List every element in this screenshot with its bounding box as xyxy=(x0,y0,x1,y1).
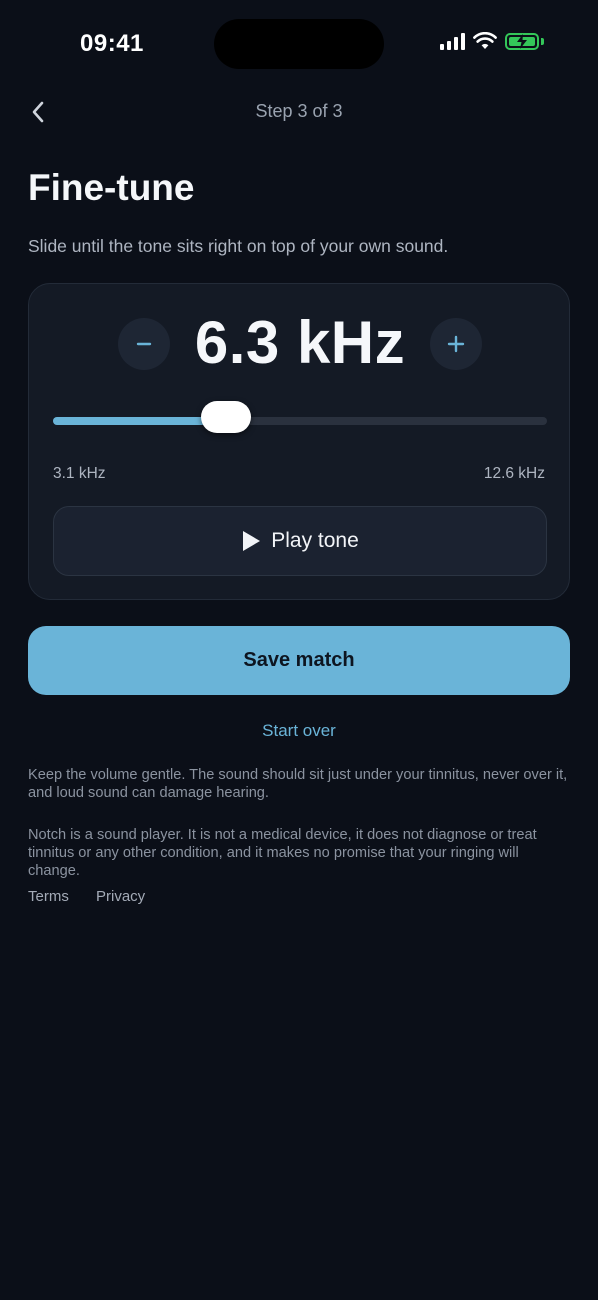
decrease-frequency-button[interactable] xyxy=(118,318,170,370)
slider-thumb[interactable] xyxy=(200,401,251,433)
battery-cap xyxy=(541,37,544,45)
frequency-slider[interactable] xyxy=(53,401,547,433)
terms-link[interactable]: Terms xyxy=(28,888,69,905)
plus-icon xyxy=(447,335,465,353)
play-tone-label: Play tone xyxy=(271,529,359,552)
frequency-value: 6.3 kHz xyxy=(194,309,406,376)
page-title: Fine-tune xyxy=(28,167,195,208)
page-subtitle: Slide until the tone sits right on top o… xyxy=(28,236,449,256)
range-max-label: 12.6 kHz xyxy=(483,465,545,482)
save-match-button[interactable]: Save match xyxy=(28,626,570,695)
minus-icon xyxy=(136,342,152,346)
increase-frequency-button[interactable] xyxy=(430,318,482,370)
start-over-link[interactable]: Start over xyxy=(0,721,598,741)
tuner-card: 6.3 kHz 3.1 kHz 12.6 kHz Play tone xyxy=(28,283,570,600)
range-min-label: 3.1 kHz xyxy=(53,465,106,482)
medical-disclaimer: Notch is a sound player. It is not a med… xyxy=(28,827,537,879)
battery-icon xyxy=(505,32,539,50)
status-bar: 09:41 xyxy=(0,0,598,90)
play-tone-button[interactable]: Play tone xyxy=(53,506,547,576)
status-icons xyxy=(440,32,544,50)
play-icon xyxy=(243,531,261,551)
slider-fill xyxy=(53,417,226,425)
status-time: 09:41 xyxy=(80,30,144,57)
cellular-signal-icon xyxy=(440,32,465,50)
save-match-label: Save match xyxy=(243,649,355,671)
step-indicator: Step 3 of 3 xyxy=(255,101,343,121)
dynamic-island xyxy=(214,19,384,69)
privacy-link[interactable]: Privacy xyxy=(96,888,145,905)
wifi-icon xyxy=(473,32,497,49)
volume-warning: Keep the volume gentle. The sound should… xyxy=(28,767,568,801)
